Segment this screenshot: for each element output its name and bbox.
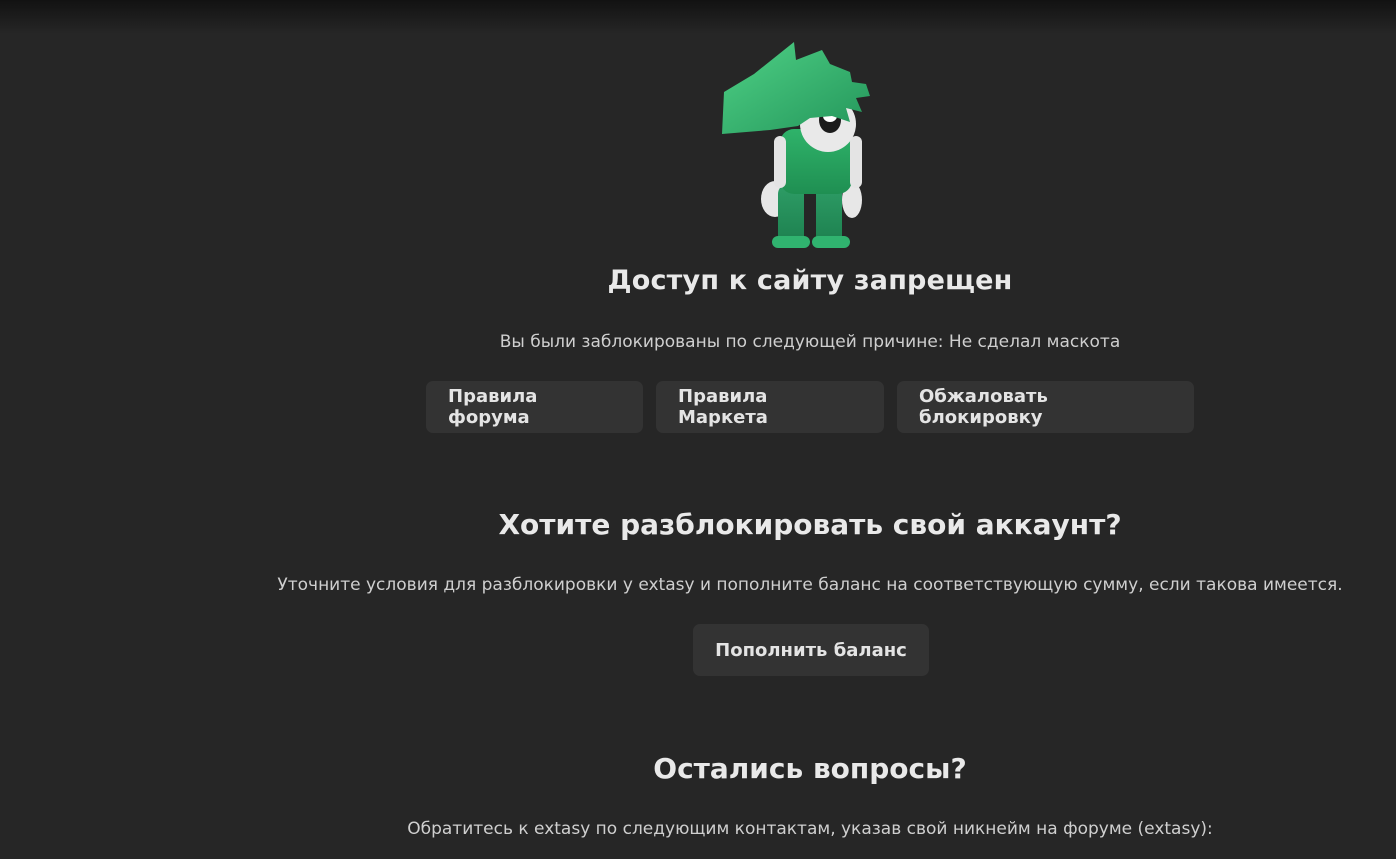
questions-title: Остались вопросы?	[653, 752, 967, 785]
forum-rules-button[interactable]: Правила форума	[426, 381, 643, 433]
unlock-title: Хотите разблокировать свой аккаунт?	[498, 508, 1122, 541]
blocked-page: Доступ к сайту запрещен Вы были заблокир…	[0, 0, 1396, 859]
contacts-description: Обратитесь к extasy по следующим контакт…	[407, 819, 1213, 839]
appeal-block-button[interactable]: Обжаловать блокировку	[897, 381, 1194, 433]
page-title: Доступ к сайту запрещен	[607, 265, 1013, 296]
topup-balance-button[interactable]: Пополнить баланс	[693, 624, 929, 676]
market-rules-button[interactable]: Правила Маркета	[656, 381, 884, 433]
mascot-illustration	[722, 42, 870, 248]
action-buttons: Правила форума Правила Маркета Обжаловат…	[426, 381, 1194, 433]
unlock-description: Уточните условия для разблокировки у ext…	[277, 575, 1343, 595]
block-reason: Вы были заблокированы по следующей причи…	[499, 332, 1121, 352]
